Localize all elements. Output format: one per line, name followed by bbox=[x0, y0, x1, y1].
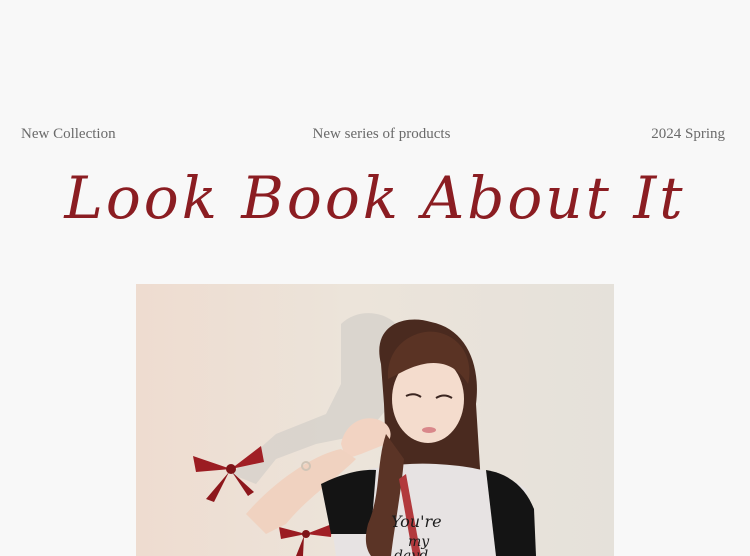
lookbook-title: Look Book About It bbox=[64, 164, 686, 232]
lookbook-photo: You're my dayd bbox=[136, 284, 614, 556]
header-bar: New Collection New series of products 20… bbox=[0, 126, 750, 146]
season-label: 2024 Spring bbox=[651, 126, 725, 142]
svg-text:dayd: dayd bbox=[394, 548, 428, 556]
series-label: New series of products bbox=[312, 126, 451, 142]
svg-text:You're: You're bbox=[391, 512, 442, 531]
